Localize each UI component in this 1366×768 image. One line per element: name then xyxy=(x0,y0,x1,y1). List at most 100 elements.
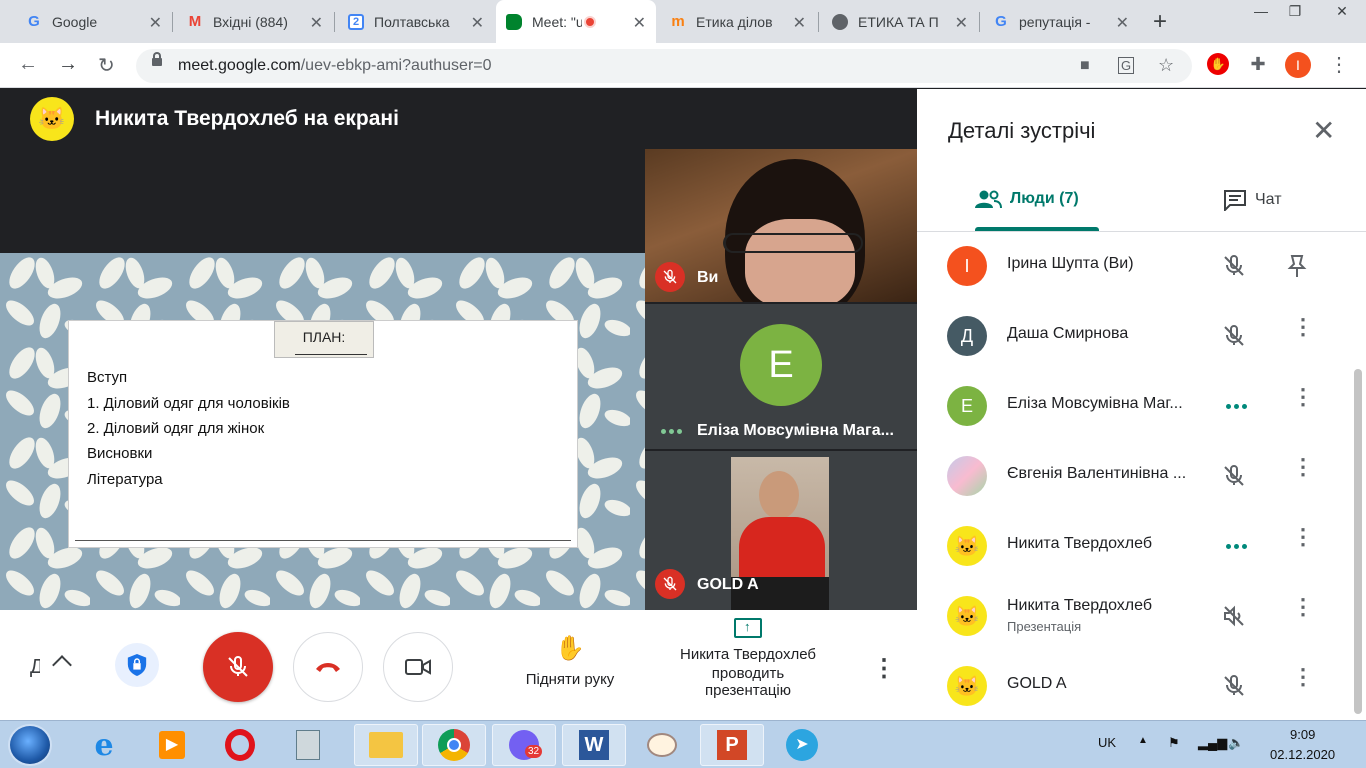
video-camera-icon xyxy=(405,659,431,675)
avatar: 🐱 xyxy=(947,526,987,566)
adblock-icon[interactable]: ✋ xyxy=(1207,53,1229,75)
leave-call-button[interactable] xyxy=(293,632,363,702)
chevron-up-icon[interactable] xyxy=(52,655,72,675)
media-player-icon[interactable]: ▶ xyxy=(140,724,204,766)
chrome-icon[interactable] xyxy=(422,724,486,766)
more-icon[interactable]: ⋮ xyxy=(1292,386,1314,408)
close-window-button[interactable]: ✕ xyxy=(1318,0,1366,24)
explorer-icon[interactable] xyxy=(354,724,418,766)
slide-content: ПЛАН: Вступ 1. Діловий одяг для чоловікі… xyxy=(68,320,578,548)
reload-icon[interactable]: ↻ xyxy=(98,53,115,78)
speaking-dots-icon xyxy=(1226,404,1247,409)
presenting-button[interactable]: ↑ Никита Твердохлеб проводить презентаці… xyxy=(660,618,836,716)
powerpoint-icon[interactable]: P xyxy=(700,724,764,766)
panel-scrollbar[interactable] xyxy=(1354,369,1362,714)
participant-row[interactable]: 🐱 Никита Твердохлеб Презентація ⋮ xyxy=(917,581,1347,651)
more-icon[interactable]: ⋮ xyxy=(1292,596,1314,618)
video-tile-participant[interactable]: GOLD A xyxy=(645,451,917,610)
close-icon[interactable]: ✕ xyxy=(310,13,323,33)
raise-hand-button[interactable]: ✋ Підняти руку xyxy=(505,634,635,694)
browser-tab[interactable]: G Google ✕ xyxy=(16,0,172,43)
tile-name: Ви xyxy=(697,269,719,286)
start-button[interactable] xyxy=(8,724,52,766)
camera-icon[interactable]: ■ xyxy=(1080,57,1090,75)
camera-toggle-button[interactable] xyxy=(383,632,453,702)
telegram-icon[interactable]: ➤ xyxy=(770,724,834,766)
browser-tab[interactable]: m Етика ділов ✕ xyxy=(660,0,816,43)
tab-people[interactable]: Люди (7) xyxy=(974,189,1079,209)
close-panel-icon[interactable]: ✕ xyxy=(1312,114,1335,147)
more-options-icon[interactable]: ⋮ xyxy=(872,654,896,683)
avatar: Д xyxy=(947,316,987,356)
close-icon[interactable]: ✕ xyxy=(633,13,646,33)
viber-badge: 32 xyxy=(525,745,543,758)
tile-name: GOLD A xyxy=(697,576,759,593)
participant-row[interactable]: І Ірина Шупта (Ви) xyxy=(917,231,1347,301)
close-icon[interactable]: ✕ xyxy=(955,13,968,33)
more-icon[interactable]: ⋮ xyxy=(1292,316,1314,338)
calculator-icon[interactable] xyxy=(276,724,340,766)
participant-name: Ірина Шупта (Ви) xyxy=(1007,255,1134,272)
language-indicator[interactable]: UK xyxy=(1098,735,1116,750)
paint-icon[interactable] xyxy=(630,724,694,766)
globe-icon xyxy=(832,13,848,30)
more-icon[interactable]: ⋮ xyxy=(1292,526,1314,548)
extensions-icon[interactable]: ✚ xyxy=(1247,53,1269,75)
slide-line: Література xyxy=(87,471,163,488)
participant-row[interactable]: 🐱 Никита Твердохлеб ⋮ xyxy=(917,511,1347,581)
presentation-stage: ПЛАН: Вступ 1. Діловий одяг для чоловікі… xyxy=(0,253,645,610)
new-tab-button[interactable]: + xyxy=(1153,8,1167,36)
slide-line: 2. Діловий одяг для жінок xyxy=(87,420,265,437)
clock-time[interactable]: 9:09 xyxy=(1290,727,1315,742)
close-icon[interactable]: ✕ xyxy=(793,13,806,33)
bookmark-star-icon[interactable]: ☆ xyxy=(1158,55,1174,76)
volume-icon[interactable]: 🔈 xyxy=(1228,735,1244,751)
mic-off-icon xyxy=(655,262,685,292)
browser-menu-icon[interactable]: ⋮ xyxy=(1328,53,1350,76)
close-icon[interactable]: ✕ xyxy=(471,13,484,33)
profile-avatar[interactable]: I xyxy=(1285,52,1311,78)
tray-arrow-icon[interactable]: ▲ xyxy=(1138,735,1148,746)
browser-tab-active[interactable]: Meet: "u ✕ xyxy=(496,0,656,43)
browser-tab[interactable]: 2 Полтавська ✕ xyxy=(338,0,494,43)
more-icon[interactable]: ⋮ xyxy=(1292,456,1314,478)
network-icon[interactable]: ▂▄▆ xyxy=(1198,735,1227,751)
avatar: Е xyxy=(947,386,987,426)
participant-row[interactable]: 🐱 GOLD A ⋮ xyxy=(917,651,1347,721)
back-icon[interactable]: ← xyxy=(18,53,38,76)
pin-icon[interactable] xyxy=(1287,254,1307,278)
forward-icon[interactable]: → xyxy=(58,53,78,76)
video-tile-participant[interactable]: Е Еліза Мовсумівна Мага... xyxy=(645,304,917,449)
moodle-icon: m xyxy=(671,13,685,30)
close-icon[interactable]: ✕ xyxy=(149,13,162,33)
restore-button[interactable]: ❐ xyxy=(1278,0,1312,24)
browser-tab[interactable]: M Вхідні (884) ✕ xyxy=(177,0,333,43)
tab-chat[interactable]: Чат xyxy=(1223,189,1282,211)
avatar xyxy=(947,456,987,496)
flag-icon[interactable]: ⚑ xyxy=(1168,735,1180,751)
participant-row[interactable]: Е Еліза Мовсумівна Маг... ⋮ xyxy=(917,371,1347,441)
opera-icon[interactable] xyxy=(208,724,272,766)
mic-toggle-button[interactable] xyxy=(203,632,273,702)
participant-name: Никита Твердохлеб xyxy=(1007,597,1153,614)
ie-icon[interactable]: e xyxy=(72,724,136,766)
participant-avatar: Е xyxy=(740,324,822,406)
word-icon[interactable]: W xyxy=(562,724,626,766)
security-shield-button[interactable] xyxy=(115,643,159,687)
slide-title: ПЛАН: xyxy=(274,321,374,358)
url-omnibox[interactable]: meet.google.com/uev-ebkp-ami?authuser=0 … xyxy=(136,49,1192,83)
viber-icon[interactable]: 32 xyxy=(492,724,556,766)
participant-row[interactable]: Євгенія Валентинівна ... ⋮ xyxy=(917,441,1347,511)
video-tile-self[interactable]: Ви xyxy=(645,149,917,302)
translate-icon[interactable]: G xyxy=(1118,57,1135,74)
minimize-button[interactable]: — xyxy=(1244,0,1278,24)
browser-tab[interactable]: G репутація - ✕ xyxy=(983,0,1139,43)
browser-tab[interactable]: ЕТИКА ТА П ✕ xyxy=(822,0,978,43)
clock-date[interactable]: 02.12.2020 xyxy=(1270,747,1335,762)
participant-row[interactable]: Д Даша Смирнова ⋮ xyxy=(917,301,1347,371)
meeting-info-label[interactable]: Д xyxy=(30,656,40,679)
chat-tab-label: Чат xyxy=(1255,191,1282,208)
more-icon[interactable]: ⋮ xyxy=(1292,666,1314,688)
url-text[interactable]: meet.google.com/uev-ebkp-ami?authuser=0 xyxy=(178,57,492,75)
close-icon[interactable]: ✕ xyxy=(1116,13,1129,33)
